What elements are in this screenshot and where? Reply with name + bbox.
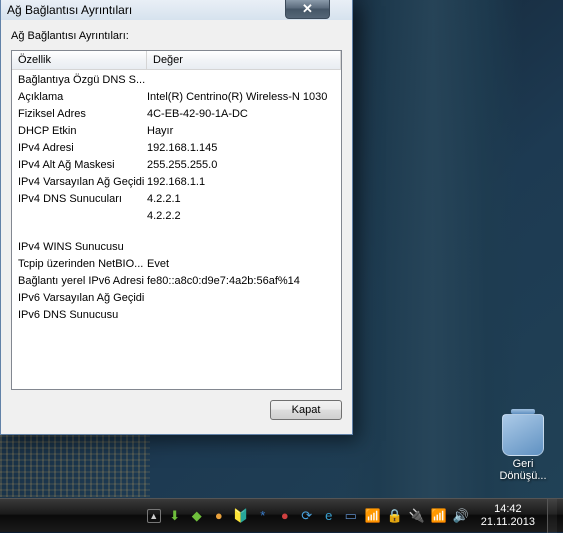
table-row[interactable]: IPv4 Adresi192.168.1.145 — [12, 140, 341, 157]
show-desktop-button[interactable] — [547, 499, 557, 533]
sync-icon[interactable]: ⟳ — [299, 508, 315, 524]
power-icon[interactable]: 🔌 — [409, 508, 425, 524]
close-button-x[interactable]: ✕ — [285, 0, 330, 19]
property-cell: IPv4 DNS Sunucuları — [18, 192, 147, 207]
value-cell — [147, 291, 335, 306]
download-manager-icon[interactable]: ⬇ — [167, 508, 183, 524]
dialog-button-row: Kapat — [11, 400, 342, 420]
table-row[interactable]: Bağlantı yerel IPv6 Adresife80::a8c0:d9e… — [12, 273, 341, 290]
value-cell: 192.168.1.1 — [147, 175, 335, 190]
recycle-bin-label: Geri Dönüşü... — [493, 458, 553, 482]
value-cell — [147, 73, 335, 88]
value-cell: fe80::a8c0:d9e7:4a2b:56af%14 — [147, 274, 335, 289]
table-row[interactable]: IPv6 DNS Sunucusu — [12, 307, 341, 324]
value-cell: 255.255.255.0 — [147, 158, 335, 173]
app-green-icon[interactable]: ◆ — [189, 508, 205, 524]
network-details-dialog: ✕ Ağ Bağlantısı Ayrıntıları Ağ Bağlantıs… — [0, 0, 353, 435]
network-icon[interactable]: 📶 — [431, 508, 447, 524]
value-cell: 4C-EB-42-90-1A-DC — [147, 107, 335, 122]
close-button[interactable]: Kapat — [270, 400, 342, 420]
property-cell: IPv4 WINS Sunucusu — [18, 240, 147, 255]
table-row[interactable]: IPv4 Varsayılan Ağ Geçidi192.168.1.1 — [12, 174, 341, 191]
value-cell — [147, 240, 335, 255]
property-cell: DHCP Etkin — [18, 124, 147, 139]
table-row[interactable]: Bağlantıya Özgü DNS S... — [12, 72, 341, 89]
taskbar-clock[interactable]: 14:42 21.11.2013 — [475, 503, 541, 529]
property-cell: Tcpip üzerinden NetBIO... — [18, 257, 147, 272]
table-row[interactable]: Fiziksel Adres4C-EB-42-90-1A-DC — [12, 106, 341, 123]
column-property[interactable]: Özellik — [12, 51, 147, 69]
value-cell: 192.168.1.145 — [147, 141, 335, 156]
recycle-bin-desktop-icon[interactable]: Geri Dönüşü... — [493, 414, 553, 482]
property-cell: Açıklama — [18, 90, 147, 105]
recycle-bin-icon — [502, 414, 544, 456]
property-cell: Bağlantıya Özgü DNS S... — [18, 73, 147, 88]
value-cell: Evet — [147, 257, 335, 272]
app-orange-icon[interactable]: ● — [211, 508, 227, 524]
value-cell: 4.2.2.2 — [147, 209, 335, 224]
property-cell — [18, 209, 147, 224]
property-cell: IPv6 Varsayılan Ağ Geçidi — [18, 291, 147, 306]
value-cell: Hayır — [147, 124, 335, 139]
dialog-subtitle: Ağ Bağlantısı Ayrıntıları: — [11, 30, 342, 42]
value-cell — [147, 308, 335, 323]
property-cell: IPv4 Alt Ağ Maskesi — [18, 158, 147, 173]
listview-header: Özellik Değer — [12, 51, 341, 70]
table-row[interactable]: IPv4 WINS Sunucusu — [12, 239, 341, 256]
app-red-icon[interactable]: ● — [277, 508, 293, 524]
table-row[interactable]: AçıklamaIntel(R) Centrino(R) Wireless-N … — [12, 89, 341, 106]
value-cell: 4.2.2.1 — [147, 192, 335, 207]
browser-e-icon[interactable]: e — [321, 508, 337, 524]
lock-icon[interactable]: 🔒 — [387, 508, 403, 524]
table-row[interactable]: IPv4 DNS Sunucuları4.2.2.1 — [12, 191, 341, 208]
table-row[interactable]: 4.2.2.2 — [12, 208, 341, 225]
property-cell: Bağlantı yerel IPv6 Adresi — [18, 274, 147, 289]
system-tray: ▲ ⬇ ◆ ● 🔰 * ● ⟳ e ▭ 📶 🔒 🔌 📶 🔊 14:42 21.11.2013 — [141, 499, 563, 532]
bluetooth-icon[interactable]: * — [255, 508, 271, 524]
dialog-title: Ağ Bağlantısı Ayrıntıları — [7, 3, 132, 17]
dialog-content: Ağ Bağlantısı Ayrıntıları: Özellik Değer… — [1, 20, 352, 434]
antivirus-icon[interactable]: 🔰 — [233, 508, 249, 524]
listview-body: Bağlantıya Özgü DNS S...AçıklamaIntel(R)… — [12, 70, 341, 326]
taskbar: ▲ ⬇ ◆ ● 🔰 * ● ⟳ e ▭ 📶 🔒 🔌 📶 🔊 14:42 21.11.2013 — [0, 498, 563, 532]
volume-icon[interactable]: 🔊 — [453, 508, 469, 524]
property-cell: IPv4 Adresi — [18, 141, 147, 156]
table-row[interactable]: IPv6 Varsayılan Ağ Geçidi — [12, 290, 341, 307]
display-icon[interactable]: ▭ — [343, 508, 359, 524]
property-cell: Fiziksel Adres — [18, 107, 147, 122]
column-value[interactable]: Değer — [147, 51, 341, 69]
value-cell: Intel(R) Centrino(R) Wireless-N 1030 — [147, 90, 335, 105]
table-row[interactable]: IPv4 Alt Ağ Maskesi255.255.255.0 — [12, 157, 341, 174]
clock-date: 21.11.2013 — [481, 516, 535, 529]
show-hidden-icons[interactable]: ▲ — [147, 509, 161, 523]
close-icon: ✕ — [302, 1, 313, 17]
property-cell: IPv4 Varsayılan Ağ Geçidi — [18, 175, 147, 190]
details-listview[interactable]: Özellik Değer Bağlantıya Özgü DNS S...Aç… — [11, 50, 342, 390]
table-row[interactable]: Tcpip üzerinden NetBIO...Evet — [12, 256, 341, 273]
wifi-icon[interactable]: 📶 — [365, 508, 381, 524]
clock-time: 14:42 — [481, 503, 535, 516]
property-cell: IPv6 DNS Sunucusu — [18, 308, 147, 323]
table-row[interactable]: DHCP EtkinHayır — [12, 123, 341, 140]
